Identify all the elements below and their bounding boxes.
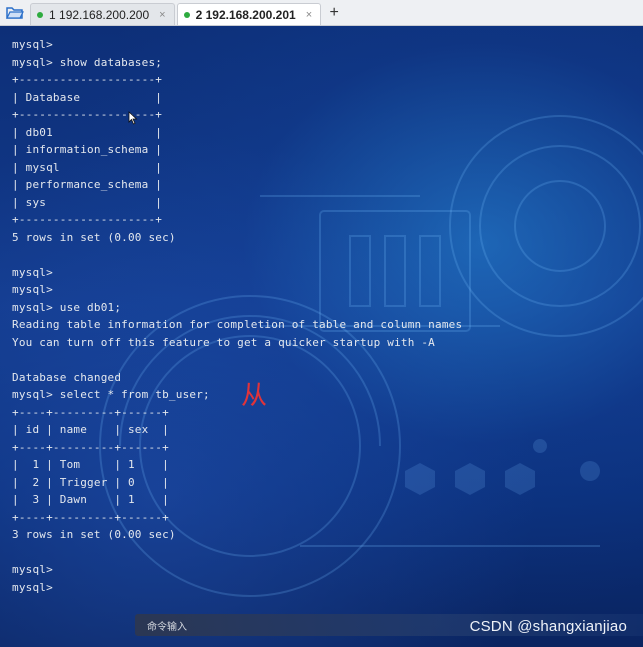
terminal-line: | 1 | Tom | 1 | (12, 458, 169, 471)
terminal-line: 5 rows in set (0.00 sec) (12, 230, 176, 244)
mouse-cursor-icon (128, 111, 138, 125)
tab-host: 192.168.200.201 (205, 7, 296, 22)
connected-status-icon (183, 11, 190, 18)
terminal-line: | db01 | (12, 125, 163, 139)
terminal-line: mysql> show databases; (12, 55, 163, 69)
terminal-line: +--------------------+ (12, 108, 163, 121)
terminal-line: You can turn off this feature to get a q… (12, 335, 435, 349)
terminal-line: | information_schema | (12, 143, 163, 156)
terminal-line: | id | name | sex | (12, 423, 169, 436)
handwritten-annotation: 从 (241, 381, 268, 411)
close-icon[interactable]: × (306, 9, 312, 21)
terminal-line: | mysql | (12, 160, 163, 174)
close-icon[interactable]: × (159, 9, 165, 21)
terminal-line: +----+---------+------+ (12, 510, 169, 524)
terminal-output: mysql> mysql> show databases; +-----------… (12, 36, 462, 596)
terminal-line: mysql> (12, 563, 53, 576)
terminal-line: Database changed (12, 370, 122, 384)
terminal-line: 3 rows in set (0.00 sec) (12, 528, 176, 541)
terminal-line: | 3 | Dawn | 1 | (12, 493, 169, 506)
terminal-line: mysql> (12, 580, 53, 594)
tab-bar: 1 192.168.200.200 × 2 192.168.200.201 × … (0, 0, 643, 26)
terminal-line: | 2 | Trigger | 0 | (12, 475, 169, 489)
folder-icon[interactable] (0, 0, 30, 26)
terminal-line: mysql> (12, 265, 53, 279)
terminal-line: mysql> use db01; (12, 300, 122, 314)
terminal-line: +--------------------+ (12, 213, 163, 226)
terminal-line: +----+---------+------+ (12, 405, 169, 419)
terminal-line: mysql> select * from tb_user; (12, 388, 210, 401)
tab-session-2[interactable]: 2 192.168.200.201 × (176, 3, 322, 25)
terminal-line: +----+---------+------+ (12, 440, 169, 454)
command-input-placeholder: 命令输入 (147, 621, 187, 633)
tab-index: 2 (195, 7, 203, 22)
terminal-line: | performance_schema | (12, 178, 163, 191)
tab-host: 192.168.200.200 (59, 7, 150, 22)
connected-status-icon (37, 11, 43, 18)
terminal-line: mysql> (12, 283, 53, 296)
terminal-pane[interactable]: mysql> mysql> show databases; +-----------… (0, 26, 643, 647)
terminal-line: +--------------------+ (12, 73, 163, 86)
tab-index: 1 (49, 7, 56, 22)
watermark: CSDN @shangxianjiao (469, 618, 627, 635)
new-tab-button[interactable]: + (323, 2, 345, 24)
tab-session-1[interactable]: 1 192.168.200.200 × (30, 3, 175, 25)
terminal-line: Reading table information for completion… (12, 318, 463, 331)
terminal-line: | sys | (12, 195, 163, 209)
terminal-line: mysql> (12, 38, 53, 51)
terminal-line: | Database | (12, 90, 163, 104)
